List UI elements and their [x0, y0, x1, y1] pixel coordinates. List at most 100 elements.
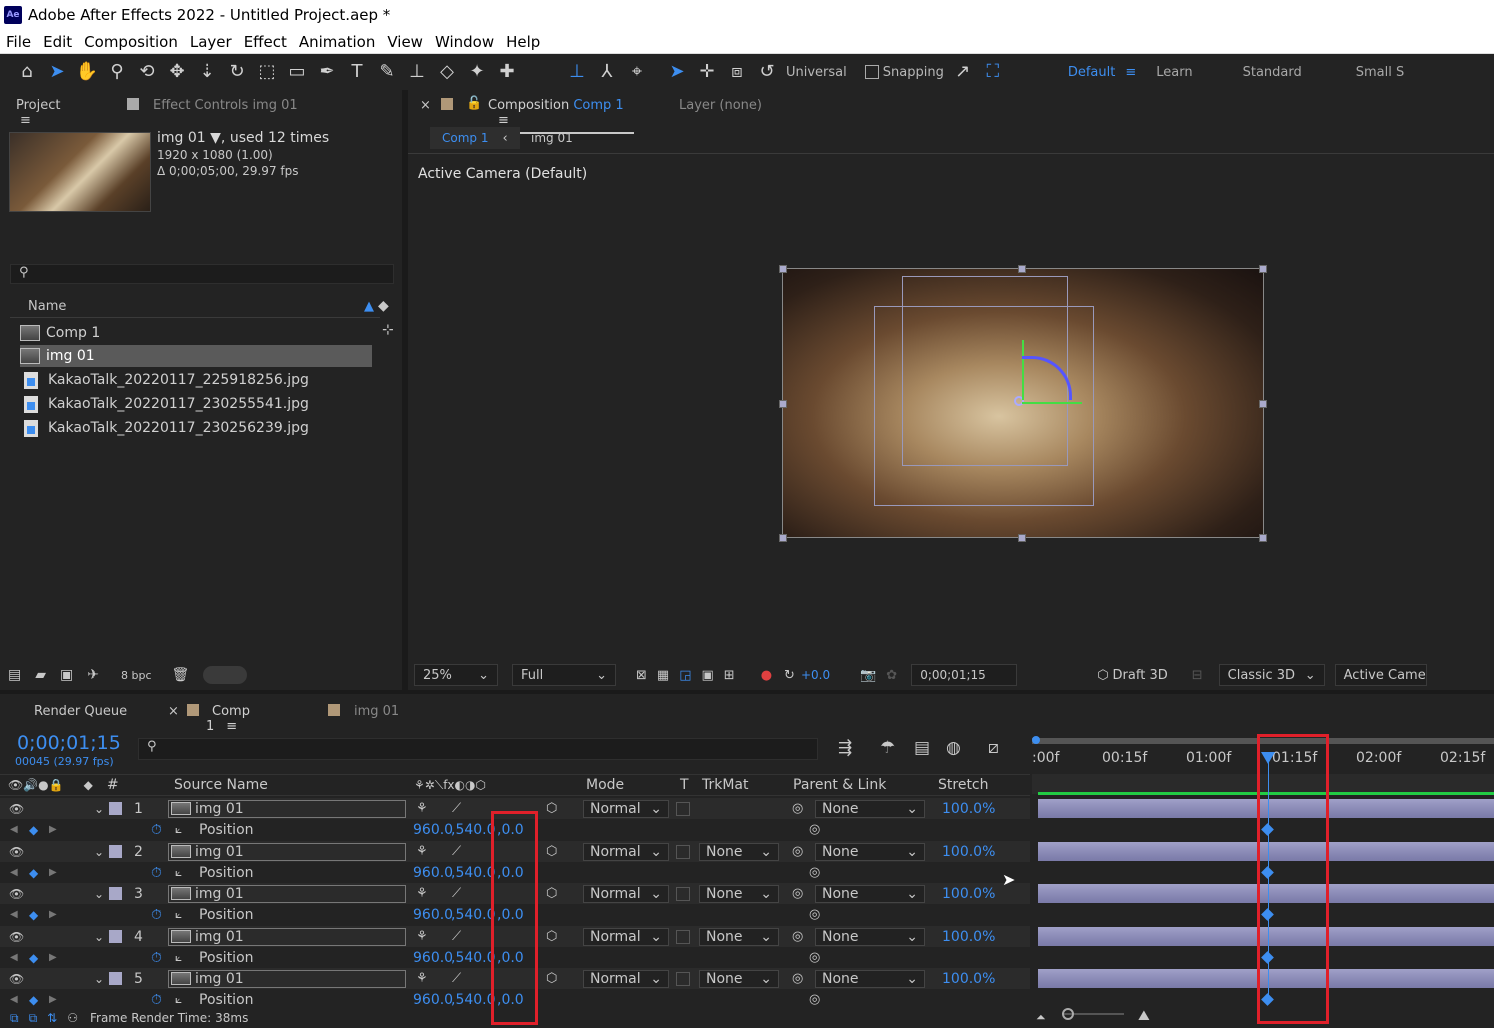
rectangle-tool-icon[interactable]: ▭ [282, 57, 312, 87]
fast-previews-icon[interactable]: ⊠ [636, 668, 647, 683]
zoom-dropdown[interactable]: 25% ⌄ [414, 664, 498, 686]
breadcrumb-layer[interactable]: img 01 [531, 131, 573, 145]
project-item[interactable]: Comp 1 [20, 322, 380, 344]
frame-blending-icon[interactable]: ▤ [914, 738, 930, 758]
graph-icon[interactable]: ⟀ [175, 992, 182, 1007]
transform-handle[interactable] [1259, 400, 1267, 408]
add-keyframe-icon[interactable]: ◆ [29, 866, 38, 880]
3d-layer-cube-icon[interactable]: ⬡ [546, 801, 557, 816]
pick-whip-icon[interactable]: ◎ [809, 950, 820, 965]
home-icon[interactable]: ⌂ [12, 57, 42, 87]
stopwatch-icon[interactable]: ⏱ [151, 992, 162, 1008]
add-keyframe-icon[interactable]: ◆ [29, 823, 38, 837]
next-keyframe-icon[interactable]: ▶ [49, 909, 57, 920]
mode-dropdown[interactable]: Normal ⌄ [583, 927, 669, 946]
eraser-tool-icon[interactable]: ◇ [432, 57, 462, 87]
position-x-value[interactable]: 960.0 [413, 950, 453, 966]
parent-dropdown[interactable]: None ⌄ [815, 927, 925, 946]
position-x-value[interactable]: 960.0 [413, 822, 453, 838]
tab-project[interactable]: Project ≡ [10, 98, 84, 134]
visibility-eye-icon[interactable]: 👁 [9, 972, 24, 986]
gizmo-rotate-icon[interactable]: ↺ [752, 57, 782, 87]
pick-whip-icon[interactable]: ◎ [792, 886, 803, 901]
graph-icon[interactable]: ⟀ [175, 907, 182, 922]
layer-name-field[interactable]: img 01 [168, 927, 406, 946]
graph-icon[interactable]: ⟀ [175, 950, 182, 965]
visibility-eye-icon[interactable]: 👁 [9, 845, 24, 859]
mode-dropdown[interactable]: Normal ⌄ [583, 969, 669, 988]
stopwatch-icon[interactable]: ⏱ [151, 865, 162, 881]
composition-mini-flowchart-icon[interactable]: ⇶ [838, 738, 852, 758]
workspace-menu-icon[interactable]: ≡ [1125, 65, 1136, 80]
label-color-swatch[interactable] [109, 887, 122, 900]
project-item[interactable]: KakaoTalk_20220117_230255541.jpg [20, 393, 380, 415]
quality-switch-icon[interactable]: ⟋ [452, 801, 461, 816]
pick-whip-icon[interactable]: ◎ [809, 992, 820, 1007]
menu-view[interactable]: View [381, 33, 429, 51]
column-parent[interactable]: Parent & Link [793, 777, 886, 793]
renderer-dropdown[interactable]: Classic 3D ⌄ [1218, 664, 1325, 686]
twirl-down-icon[interactable]: ⌄ [94, 972, 104, 986]
universal-label[interactable]: Universal [786, 65, 847, 80]
pick-whip-icon[interactable]: ◎ [792, 844, 803, 859]
close-tab-icon[interactable]: × [420, 98, 431, 113]
transfer-controls-toggle-icon[interactable]: ⧉ [29, 1011, 38, 1026]
visibility-eye-icon[interactable]: 👁 [9, 802, 24, 816]
next-keyframe-icon[interactable]: ▶ [49, 952, 57, 963]
transform-handle[interactable] [1018, 265, 1026, 273]
quality-switch-icon[interactable]: ⟋ [452, 844, 461, 859]
project-scrollbar[interactable] [203, 666, 248, 684]
pen-tool-icon[interactable]: ✒ [312, 57, 342, 87]
label-color-swatch[interactable] [109, 930, 122, 943]
transform-handle[interactable] [779, 400, 787, 408]
shy-layers-icon[interactable]: ☂ [880, 738, 895, 758]
twirl-down-icon[interactable]: ⌄ [94, 802, 104, 816]
twirl-down-icon[interactable]: ⌄ [94, 845, 104, 859]
menu-edit[interactable]: Edit [37, 33, 78, 51]
trkmat-dropdown[interactable]: None ⌄ [699, 927, 779, 946]
label-column-icon[interactable]: ◆ [84, 778, 93, 792]
workspace-learn[interactable]: Learn [1156, 65, 1192, 80]
position-y-value[interactable]: ,540.0 [451, 907, 496, 923]
new-folder-icon[interactable]: ▰ [35, 667, 46, 683]
add-keyframe-icon[interactable]: ◆ [29, 951, 38, 965]
pick-whip-icon[interactable]: ◎ [809, 865, 820, 880]
prev-keyframe-icon[interactable]: ◀ [10, 909, 18, 920]
prev-keyframe-icon[interactable]: ◀ [10, 867, 18, 878]
shy-switch-icon[interactable]: ⚘ [416, 844, 428, 859]
label-color-swatch[interactable] [109, 802, 122, 815]
viewer-timecode[interactable]: 0;00;01;15 [911, 664, 1018, 686]
pan-camera-icon[interactable]: ✥ [162, 57, 192, 87]
stretch-value[interactable]: 100.0% [942, 886, 995, 902]
exposure-value[interactable]: +0.0 [801, 668, 830, 682]
view-axis-icon[interactable]: ⌖ [622, 57, 652, 87]
transparency-grid-icon[interactable]: ▦ [657, 668, 669, 683]
position-x-value[interactable]: 960.0 [413, 992, 453, 1008]
shy-switch-icon[interactable]: ⚘ [416, 801, 428, 816]
shy-switch-icon[interactable]: ⚘ [416, 886, 428, 901]
motion-blur-icon[interactable]: ◍ [946, 738, 961, 758]
layer-switches-toggle-icon[interactable]: ⧉ [10, 1011, 19, 1026]
twirl-down-icon[interactable]: ⌄ [94, 887, 104, 901]
puppet-pin-icon[interactable]: ✚ [492, 57, 522, 87]
grid-guides-icon[interactable]: ⊞ [724, 668, 735, 683]
preserve-transparency-checkbox[interactable] [676, 886, 690, 901]
transform-handle[interactable] [779, 265, 787, 273]
shy-switch-icon[interactable]: ⚘ [416, 971, 428, 986]
pick-whip-icon[interactable]: ◎ [809, 907, 820, 922]
tab-render-queue[interactable]: Render Queue [34, 704, 127, 719]
position-x-value[interactable]: 960.0 [413, 907, 453, 923]
menu-composition[interactable]: Composition [78, 33, 184, 51]
gizmo-x-axis[interactable] [1022, 402, 1082, 404]
tab-img-01[interactable]: img 01 [354, 704, 399, 719]
trkmat-dropdown[interactable]: None ⌄ [699, 884, 779, 903]
trkmat-dropdown[interactable]: None ⌄ [699, 969, 779, 988]
3d-layer-cube-icon[interactable]: ⬡ [546, 844, 557, 859]
lock-icon[interactable]: 🔓 [466, 96, 482, 111]
parent-dropdown[interactable]: None ⌄ [815, 799, 925, 818]
menu-file[interactable]: File [0, 33, 37, 51]
graph-icon[interactable]: ⟀ [175, 822, 182, 837]
position-y-value[interactable]: ,540.0 [451, 822, 496, 838]
add-keyframe-icon[interactable]: ◆ [29, 908, 38, 922]
type-tool-icon[interactable]: T [342, 57, 372, 87]
